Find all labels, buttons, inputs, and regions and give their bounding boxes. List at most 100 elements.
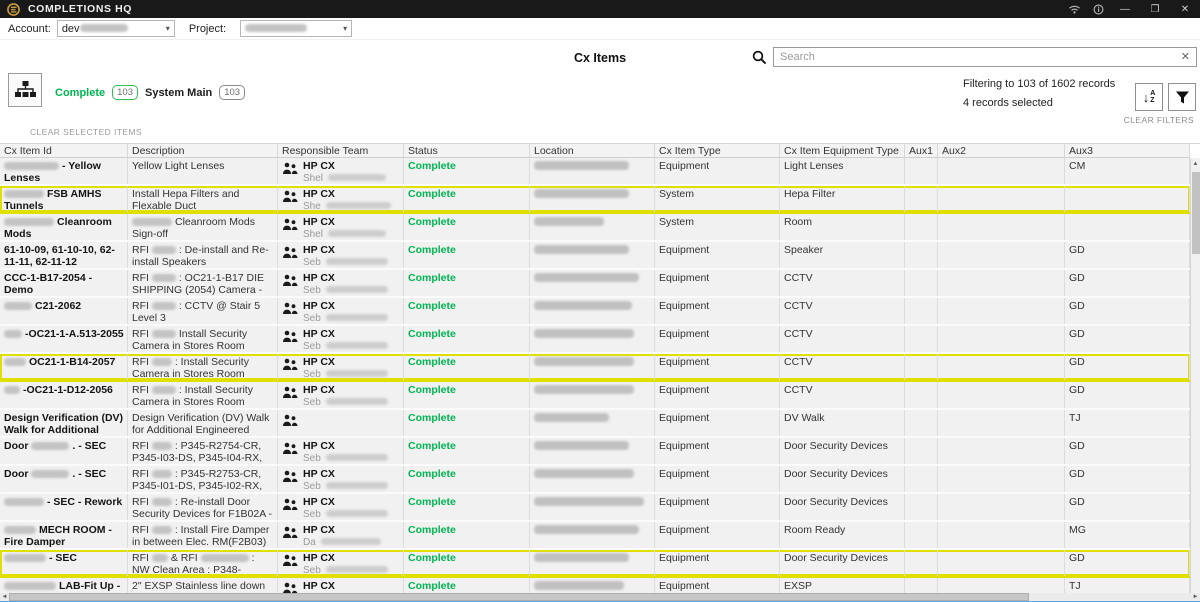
team-name: HP CX [303, 188, 394, 200]
team-info: HP CXShel [303, 216, 389, 240]
cell-location [530, 494, 655, 520]
cell-cx-item-equipment-type: CCTV [780, 354, 905, 380]
team-name: HP CX [303, 580, 335, 592]
cell-aux1 [905, 326, 938, 352]
table-row[interactable]: Design Verification (DV) Walk for Additi… [0, 410, 1190, 438]
cell-cx-item-equipment-type: EXSP [780, 578, 905, 593]
table-row[interactable]: - SEC RFI & RFI : NW Clean Area : P348-R… [0, 550, 1190, 578]
cell-aux2 [938, 186, 1065, 212]
cell-text: Da [303, 537, 319, 548]
team-icon [282, 330, 298, 343]
table-row[interactable]: -OC21-1-A.513-2055 RFI Install Security … [0, 326, 1190, 354]
table-row[interactable]: 61-10-09, 61-10-10, 62-11-11, 62-11-12 R… [0, 242, 1190, 270]
cell-cx-item-equipment-type: CCTV [780, 298, 905, 324]
team-info: HP CXSeb [303, 328, 391, 352]
filter-chip-system-main[interactable]: System Main [145, 87, 212, 99]
table-row[interactable]: Door . - SEC RFI : P345-R2753-CR, P345-I… [0, 466, 1190, 494]
table-row[interactable]: -OC21-1-D12-2056 RFI : Install Security … [0, 382, 1190, 410]
header-cell-status[interactable]: Status [404, 144, 530, 157]
minimize-button[interactable]: — [1110, 0, 1140, 18]
filter-button[interactable] [1168, 83, 1196, 111]
cell-cx-item-type: Equipment [655, 298, 780, 324]
cell-aux3: TJ [1065, 578, 1190, 593]
scroll-left-icon[interactable]: ◄ [0, 594, 9, 600]
cell-aux3: GD [1065, 298, 1190, 324]
header-cell-description[interactable]: Description [128, 144, 278, 157]
header-cell-aux3[interactable]: Aux3 [1065, 144, 1190, 157]
account-select[interactable]: dev ▾ [57, 20, 175, 37]
redacted-text [4, 218, 54, 226]
clear-filters-button[interactable]: CLEAR FILTERS [1124, 115, 1194, 125]
cell-aux3: GD [1065, 242, 1190, 268]
cell-location [530, 186, 655, 212]
system-main-count-badge: 103 [219, 85, 245, 100]
cell-cx-item-id: Door . - SEC [0, 438, 128, 464]
cell-description: Install Hepa Filters and Flexable Duct [128, 186, 278, 212]
table-row[interactable]: LAB-Fit Up - MECH EXSP 2" EXSP Stainless… [0, 578, 1190, 593]
header-cell-location[interactable]: Location [530, 144, 655, 157]
cell-cx-item-type: Equipment [655, 270, 780, 296]
filter-chip-complete[interactable]: Complete [55, 87, 105, 99]
team-icon [282, 246, 298, 259]
cell-status: Complete [404, 214, 530, 240]
redacted-text [534, 273, 639, 282]
vertical-scrollbar-thumb[interactable] [1192, 172, 1200, 254]
horizontal-scrollbar[interactable]: ◄ ► [0, 593, 1200, 601]
wifi-icon[interactable] [1062, 0, 1086, 18]
maximize-button[interactable]: ❐ [1140, 0, 1170, 18]
cell-cx-item-equipment-type: Door Security Devices [780, 466, 905, 492]
cell-aux3: GD [1065, 326, 1190, 352]
team-icon [282, 162, 298, 175]
table-row[interactable]: - Yellow Lenses Yellow Light Lenses HP C… [0, 158, 1190, 186]
cell-cx-item-id: - SEC [0, 550, 128, 576]
redacted-text [201, 554, 249, 562]
horizontal-scrollbar-thumb[interactable] [9, 593, 1029, 601]
filter-summary: Filtering to 103 of 1602 records 4 recor… [963, 78, 1138, 109]
cell-text: Seb [303, 481, 324, 492]
team-member: Seb [303, 397, 391, 408]
header-cell-cx-item-id[interactable]: Cx Item Id [0, 144, 128, 157]
cell-description: RFI : Install Security Camera in Stores … [128, 354, 278, 380]
table-row[interactable]: - SEC - Rework RFI : Re-install Door Sec… [0, 494, 1190, 522]
table-row[interactable]: CCC-1-B17-2054 - Demo RFI : OC21-1-B17 D… [0, 270, 1190, 298]
cell-description: RFI Install Security Camera in Stores Ro… [128, 326, 278, 352]
redacted-text [328, 230, 386, 237]
table-row[interactable]: Cleanroom Mods Cleanroom Mods Sign-off H… [0, 214, 1190, 242]
scroll-right-icon[interactable]: ► [1191, 594, 1200, 600]
hierarchy-view-button[interactable] [8, 73, 42, 107]
table-row[interactable]: OC21-1-B14-2057 RFI : Install Security C… [0, 354, 1190, 382]
cx-items-table: Cx Item IdDescriptionResponsible TeamSta… [0, 143, 1200, 593]
cell-aux1 [905, 410, 938, 436]
cell-cx-item-equipment-type: CCTV [780, 326, 905, 352]
table-row[interactable]: C21-2062 RFI : CCTV @ Stair 5 Level 3 HP… [0, 298, 1190, 326]
redacted-text [4, 498, 44, 506]
clear-selected-items-button[interactable]: CLEAR SELECTED ITEMS [30, 127, 142, 137]
header-cell-aux1[interactable]: Aux1 [905, 144, 938, 157]
cell-cx-item-id: OC21-1-B14-2057 [0, 354, 128, 380]
cell-aux1 [905, 214, 938, 240]
project-select[interactable]: ▾ [240, 20, 352, 37]
cell-responsible-team: HP CXShel [278, 214, 404, 240]
cell-responsible-team: HP CXSeb [278, 354, 404, 380]
cell-text: She [303, 201, 324, 212]
header-cell-cx-item-type[interactable]: Cx Item Type [655, 144, 780, 157]
scroll-up-icon[interactable]: ▲ [1191, 158, 1200, 170]
header-cell-responsible-team[interactable]: Responsible Team [278, 144, 404, 157]
team-name: HP CX [303, 384, 391, 396]
redacted-text [534, 245, 629, 254]
redacted-text [152, 498, 172, 506]
info-icon[interactable] [1086, 0, 1110, 18]
table-row[interactable]: FSB AMHS Tunnels Install Hepa Filters an… [0, 186, 1190, 214]
vertical-scrollbar[interactable]: ▲ [1190, 158, 1200, 593]
table-row[interactable]: Door . - SEC RFI : P345-R2754-CR, P345-I… [0, 438, 1190, 466]
header-cell-aux2[interactable]: Aux2 [938, 144, 1065, 157]
header-cell-cx-item-equipment-type[interactable]: Cx Item Equipment Type [780, 144, 905, 157]
close-button[interactable]: ✕ [1170, 0, 1200, 18]
cell-aux1 [905, 382, 938, 408]
table-row[interactable]: MECH ROOM - Fire Damper RFI : Install Fi… [0, 522, 1190, 550]
sort-button[interactable]: ↓AZ [1135, 83, 1163, 111]
clear-search-icon[interactable]: ✕ [1181, 50, 1190, 63]
team-icon [282, 414, 298, 427]
redacted-text [4, 386, 20, 394]
search-input[interactable] [773, 47, 1197, 67]
